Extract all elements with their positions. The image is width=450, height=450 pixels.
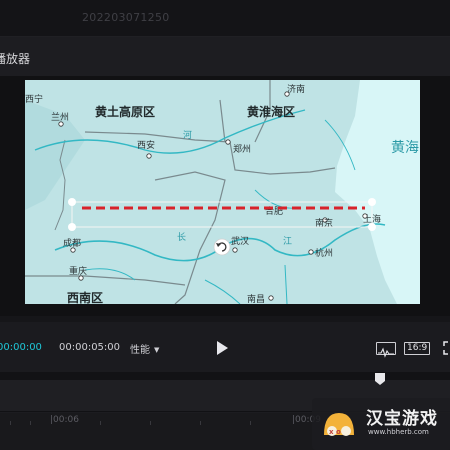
river-label: 河 [183,129,192,141]
city-label: 兰州 [51,111,69,123]
city-label: 武汉 [231,235,249,247]
playhead-icon[interactable] [374,372,386,386]
caret-down-icon: ▼ [154,346,160,354]
current-time: 00:00:00 [0,342,42,353]
waveform-button[interactable] [376,342,396,358]
city-label: 南昌 [247,293,265,304]
ruler-tick [150,421,151,425]
sea-label: 黄海 [391,139,419,156]
watermark-badge: x o 汉宝游戏 www.hbherb.com [312,398,450,450]
watermark-url: www.hbherb.com [368,428,429,436]
player-title: 播放器 [0,52,31,66]
city-label: 杭州 [315,247,333,259]
play-icon[interactable] [215,340,229,356]
watermark-name: 汉宝游戏 [366,409,438,429]
region-label: 黄土高原区 [95,104,155,119]
gamepad-logo-icon: x o [324,413,354,436]
resize-handle[interactable] [68,223,76,231]
total-time: 00:00:05:00 [59,342,121,353]
ruler-tick [200,421,201,425]
project-title: 202203071250 [82,11,170,24]
top-bar: 202203071250 [0,0,450,36]
fullscreen-icon[interactable] [443,341,450,355]
ruler-tick [10,421,11,425]
player-panel-header: 播放器 [0,36,450,76]
ruler-tick [30,421,31,425]
city-label: 郑州 [233,143,251,155]
quality-label: 性能 [130,345,150,356]
region-label: 西南区 [67,290,103,304]
preview-area: 黄土高原区 黄淮海区 西南区 黄海 河 长 江 兰州 西宁 西安 郑州 济南 合… [0,76,450,316]
resize-handle[interactable] [368,198,376,206]
ruler-tick [250,421,251,425]
city-label: 西宁 [25,93,43,105]
waveform-icon [378,347,394,358]
playback-controls: 00:00:00 00:00:05:00 性能 ▼ 16:9 [0,322,450,372]
ruler-tick [100,421,101,425]
city-label: 西安 [137,139,155,151]
video-editor-window: 202203071250 播放器 黄土高原区 黄淮海区 西南区 黄海 河 长 江… [0,0,450,450]
logo-text: x o [329,428,341,436]
aspect-ratio-button[interactable]: 16:9 [404,342,431,355]
city-label: 成都 [63,237,81,249]
quality-dropdown[interactable]: 性能 ▼ [130,341,159,356]
river-label: 长 [177,231,186,243]
rotate-handle-icon[interactable] [213,238,231,256]
region-label: 黄淮海区 [247,104,295,119]
resize-handle[interactable] [68,198,76,206]
resize-handle[interactable] [368,223,376,231]
city-label: 济南 [287,83,305,95]
city-label: 重庆 [69,265,87,277]
river-label: 江 [283,236,292,247]
map-canvas[interactable]: 黄土高原区 黄淮海区 西南区 黄海 河 长 江 兰州 西宁 西安 郑州 济南 合… [25,80,420,304]
ruler-label: |00:06 [50,415,79,425]
